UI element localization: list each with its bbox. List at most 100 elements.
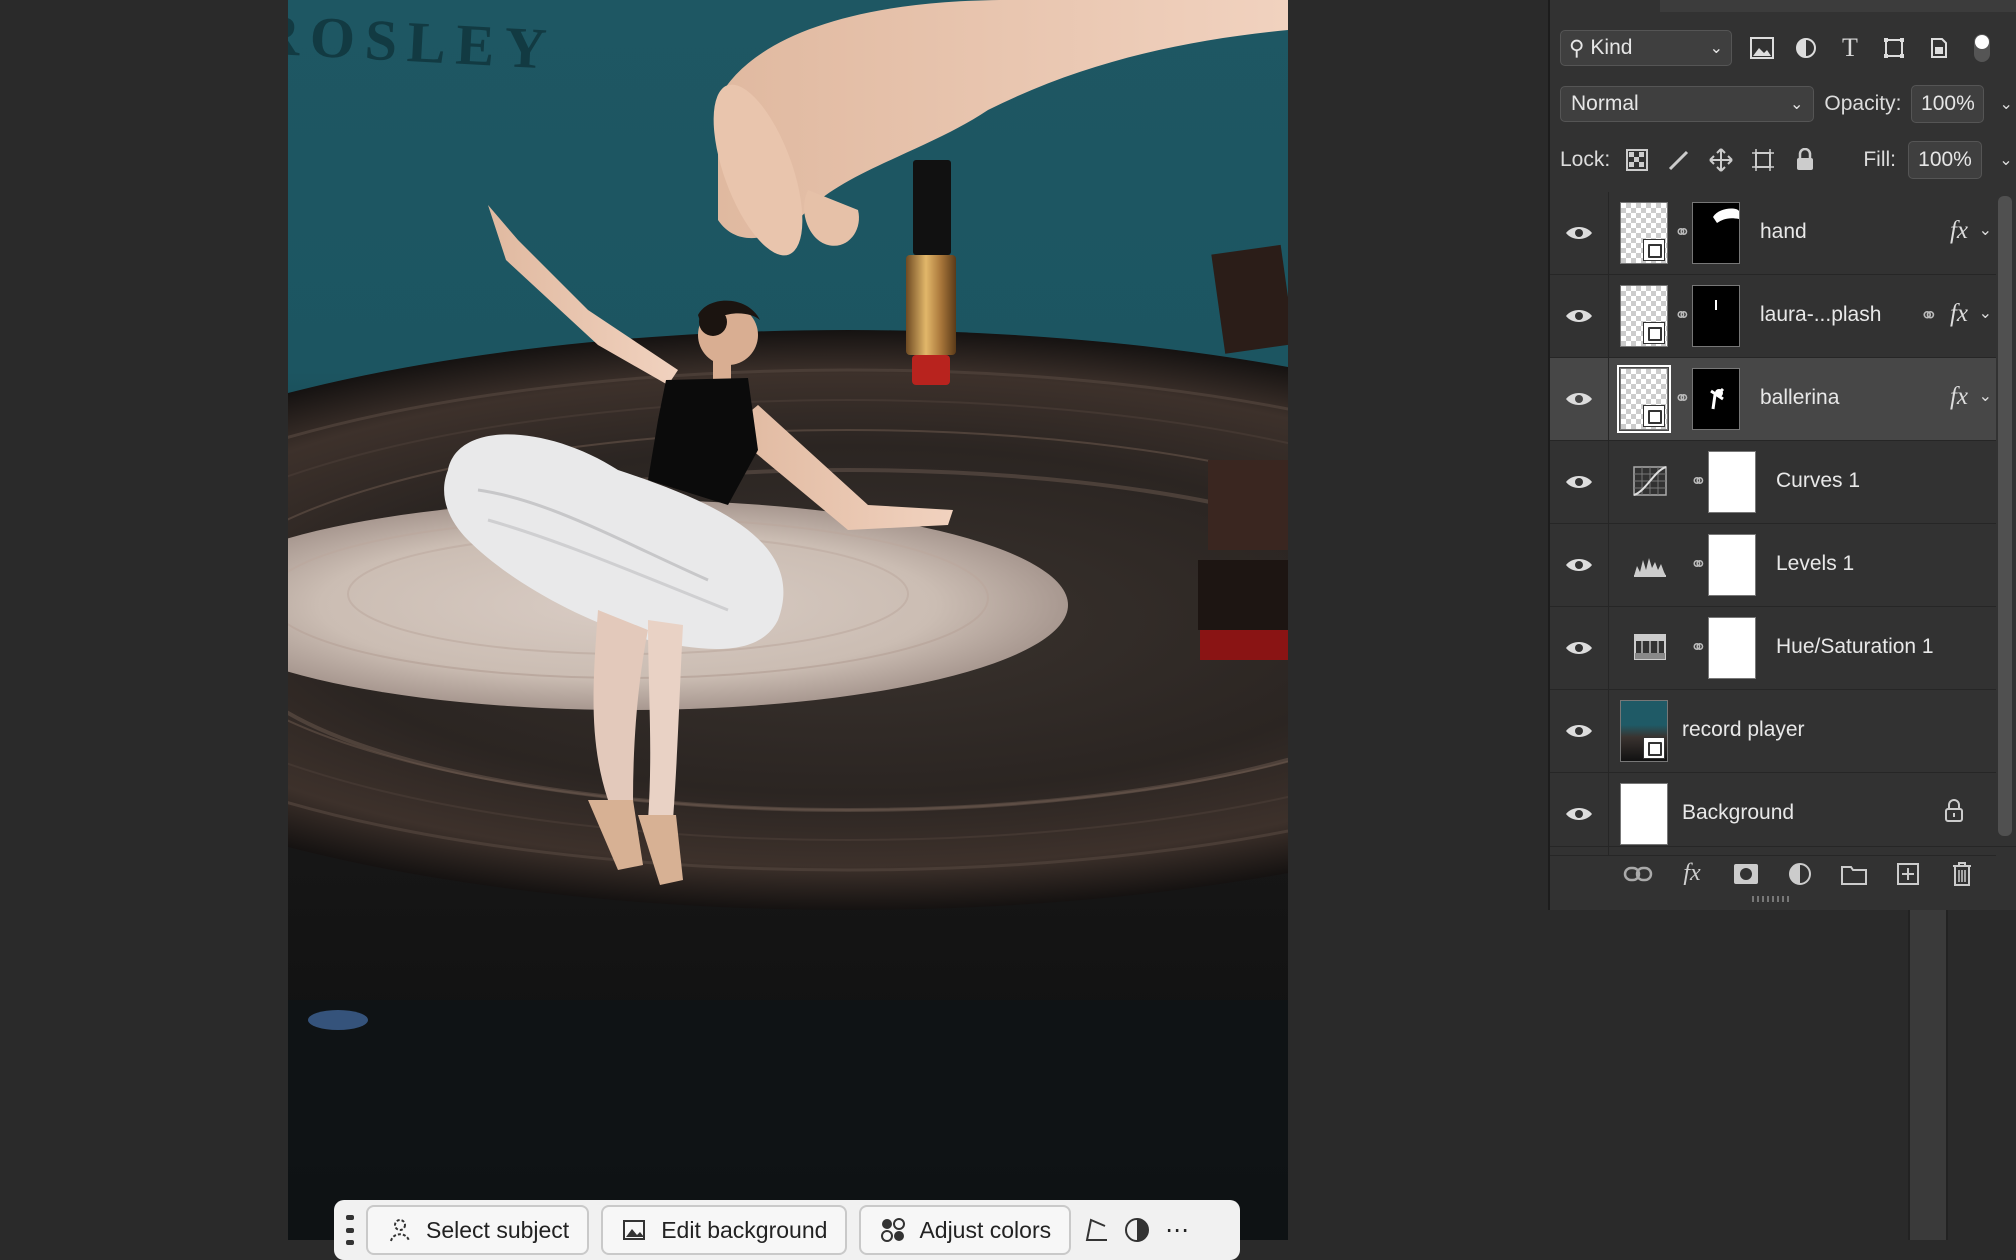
- layer-mask-thumbnail[interactable]: [1708, 451, 1756, 513]
- lock-transparency-icon[interactable]: [1622, 145, 1652, 175]
- fill-label: Fill:: [1863, 148, 1896, 171]
- layer-thumbnail[interactable]: [1620, 285, 1668, 347]
- eye-visibility-icon[interactable]: [1550, 690, 1609, 772]
- chevron-down-icon[interactable]: ⌄: [1979, 386, 1992, 406]
- layer-thumbnail[interactable]: [1620, 202, 1668, 264]
- lock-icon[interactable]: [1944, 799, 1964, 829]
- link-chain-icon[interactable]: ⚭: [1690, 469, 1707, 495]
- add-mask-icon[interactable]: [1730, 858, 1762, 890]
- adjustment-icon[interactable]: [1784, 858, 1816, 890]
- chevron-down-icon[interactable]: ⌄: [1979, 303, 1992, 323]
- layer-row-levels[interactable]: ⚭ Levels 1: [1550, 524, 1996, 607]
- opacity-chevron-icon[interactable]: ⌄: [1994, 86, 2016, 122]
- layers-scrollbar[interactable]: [1998, 196, 2012, 836]
- layer-name: ballerina: [1760, 386, 1840, 409]
- new-layer-icon[interactable]: [1892, 858, 1924, 890]
- link-chain-icon[interactable]: ⚭: [1690, 552, 1707, 578]
- link-layers-icon[interactable]: [1622, 858, 1654, 890]
- layer-mask-thumbnail[interactable]: [1708, 534, 1756, 596]
- filter-toggle-icon[interactable]: [1968, 34, 1996, 62]
- layer-row-hue-saturation[interactable]: ⚭ Hue/Saturation 1: [1550, 607, 1996, 690]
- layers-list: ⚭ hand fx ⌄ ⚭ laura-...plash ⚭ fx ⌄ ⚭ ba…: [1550, 192, 1996, 856]
- layer-name: Background: [1682, 801, 1795, 824]
- layer-thumbnail[interactable]: [1617, 365, 1671, 433]
- layer-effects-icon[interactable]: fx: [1950, 300, 1968, 328]
- hue-saturation-adjustment-icon[interactable]: [1632, 631, 1668, 663]
- layer-mask-thumbnail[interactable]: [1692, 285, 1740, 347]
- fill-input[interactable]: 100%: [1908, 141, 1982, 179]
- adjustment-layer-filter-icon[interactable]: [1792, 34, 1820, 62]
- layer-row-background[interactable]: Background: [1550, 773, 1996, 856]
- smart-object-filter-icon[interactable]: [1924, 34, 1952, 62]
- link-chain-icon[interactable]: ⚭: [1690, 635, 1707, 661]
- pixel-layer-filter-icon[interactable]: [1748, 34, 1776, 62]
- edit-background-button[interactable]: Edit background: [601, 1205, 848, 1255]
- layer-name: hand: [1760, 220, 1807, 243]
- blend-opacity-row: Normal ⌄ Opacity: 100% ⌄: [1560, 84, 2016, 124]
- levels-adjustment-icon[interactable]: [1632, 548, 1668, 580]
- chevron-down-icon[interactable]: ⌄: [1979, 220, 1992, 240]
- layers-panel: ⚲ Kind ⌄ T Normal ⌄ Opacity: 100% ⌄ Lock…: [1548, 0, 2016, 910]
- smart-object-icon: [1643, 322, 1665, 344]
- opacity-label: Opacity:: [1824, 92, 1902, 115]
- eye-visibility-icon[interactable]: [1550, 524, 1609, 606]
- eye-visibility-icon[interactable]: [1550, 441, 1609, 523]
- side-panel-strip: [1908, 910, 1948, 1240]
- opacity-input[interactable]: 100%: [1911, 85, 1985, 123]
- layer-row-ballerina[interactable]: ⚭ ballerina fx ⌄: [1550, 358, 1996, 441]
- lock-label: Lock:: [1560, 148, 1611, 171]
- layer-mask-thumbnail[interactable]: [1708, 617, 1756, 679]
- lock-pixels-icon[interactable]: [1664, 145, 1694, 175]
- adjust-colors-button[interactable]: Adjust colors: [859, 1205, 1072, 1255]
- layer-row-hand[interactable]: ⚭ hand fx ⌄: [1550, 192, 1996, 275]
- lock-position-icon[interactable]: [1706, 145, 1736, 175]
- layer-row-curves[interactable]: ⚭ Curves 1: [1550, 441, 1996, 524]
- eye-visibility-icon[interactable]: [1550, 358, 1609, 440]
- type-layer-filter-icon[interactable]: T: [1836, 33, 1864, 62]
- delete-icon[interactable]: [1946, 858, 1978, 890]
- eye-visibility-icon[interactable]: [1550, 275, 1609, 357]
- eye-visibility-icon[interactable]: [1550, 192, 1609, 274]
- contextual-task-bar: Select subject Edit background Adjust co…: [334, 1200, 1240, 1260]
- drag-handle-icon[interactable]: [346, 1215, 354, 1245]
- fill-chevron-icon[interactable]: ⌄: [1994, 142, 2016, 178]
- link-chain-icon[interactable]: ⚭: [1674, 220, 1691, 246]
- layer-name: Hue/Saturation 1: [1776, 635, 1934, 658]
- shape-layer-filter-icon[interactable]: [1880, 34, 1908, 62]
- blend-mode-select[interactable]: Normal ⌄: [1560, 86, 1815, 122]
- chevron-down-icon: ⌄: [1709, 40, 1723, 57]
- layer-row-record-player[interactable]: record player: [1550, 690, 1996, 773]
- select-subject-button[interactable]: Select subject: [366, 1205, 590, 1255]
- eye-visibility-icon[interactable]: [1550, 773, 1609, 855]
- smart-object-icon: [1643, 239, 1665, 261]
- layer-row-laura-unsplash[interactable]: ⚭ laura-...plash ⚭ fx ⌄: [1550, 275, 1996, 358]
- layer-effects-icon[interactable]: fx: [1950, 383, 1968, 411]
- link-chain-icon[interactable]: ⚭: [1674, 303, 1691, 329]
- new-group-icon[interactable]: [1838, 858, 1870, 890]
- lock-artboard-icon[interactable]: [1748, 145, 1778, 175]
- panel-resize-grip[interactable]: [1752, 896, 1792, 902]
- lock-all-icon[interactable]: [1790, 145, 1820, 175]
- search-icon: ⚲: [1569, 36, 1585, 60]
- link-chain-icon[interactable]: ⚭: [1674, 386, 1691, 412]
- filter-kind-label: Kind: [1590, 36, 1633, 59]
- edit-background-label: Edit background: [661, 1216, 828, 1243]
- layer-mask-thumbnail[interactable]: [1692, 368, 1740, 430]
- layer-effects-icon[interactable]: fx: [1950, 217, 1968, 245]
- filter-kind-select[interactable]: ⚲ Kind ⌄: [1560, 30, 1732, 66]
- lipstick-tube: [906, 255, 956, 355]
- layers-panel-footer: fx: [1550, 846, 2016, 900]
- lock-fill-row: Lock: Fill: 100% ⌄: [1560, 140, 2016, 180]
- fx-icon[interactable]: fx: [1676, 858, 1708, 890]
- layer-mask-thumbnail[interactable]: [1692, 202, 1740, 264]
- smart-object-icon: [1643, 737, 1665, 759]
- layer-thumbnail[interactable]: [1620, 783, 1668, 845]
- smart-object-icon: [1643, 405, 1665, 427]
- layer-name: laura-...plash: [1760, 303, 1882, 326]
- eye-visibility-icon[interactable]: [1550, 607, 1609, 689]
- curves-adjustment-icon[interactable]: [1632, 465, 1668, 497]
- blend-mode-value: Normal: [1571, 92, 1639, 115]
- clipping-mask-icon: ⚭: [1919, 303, 1938, 328]
- layer-thumbnail[interactable]: [1620, 700, 1668, 762]
- document-canvas[interactable]: ROSLEY: [288, 0, 1288, 1240]
